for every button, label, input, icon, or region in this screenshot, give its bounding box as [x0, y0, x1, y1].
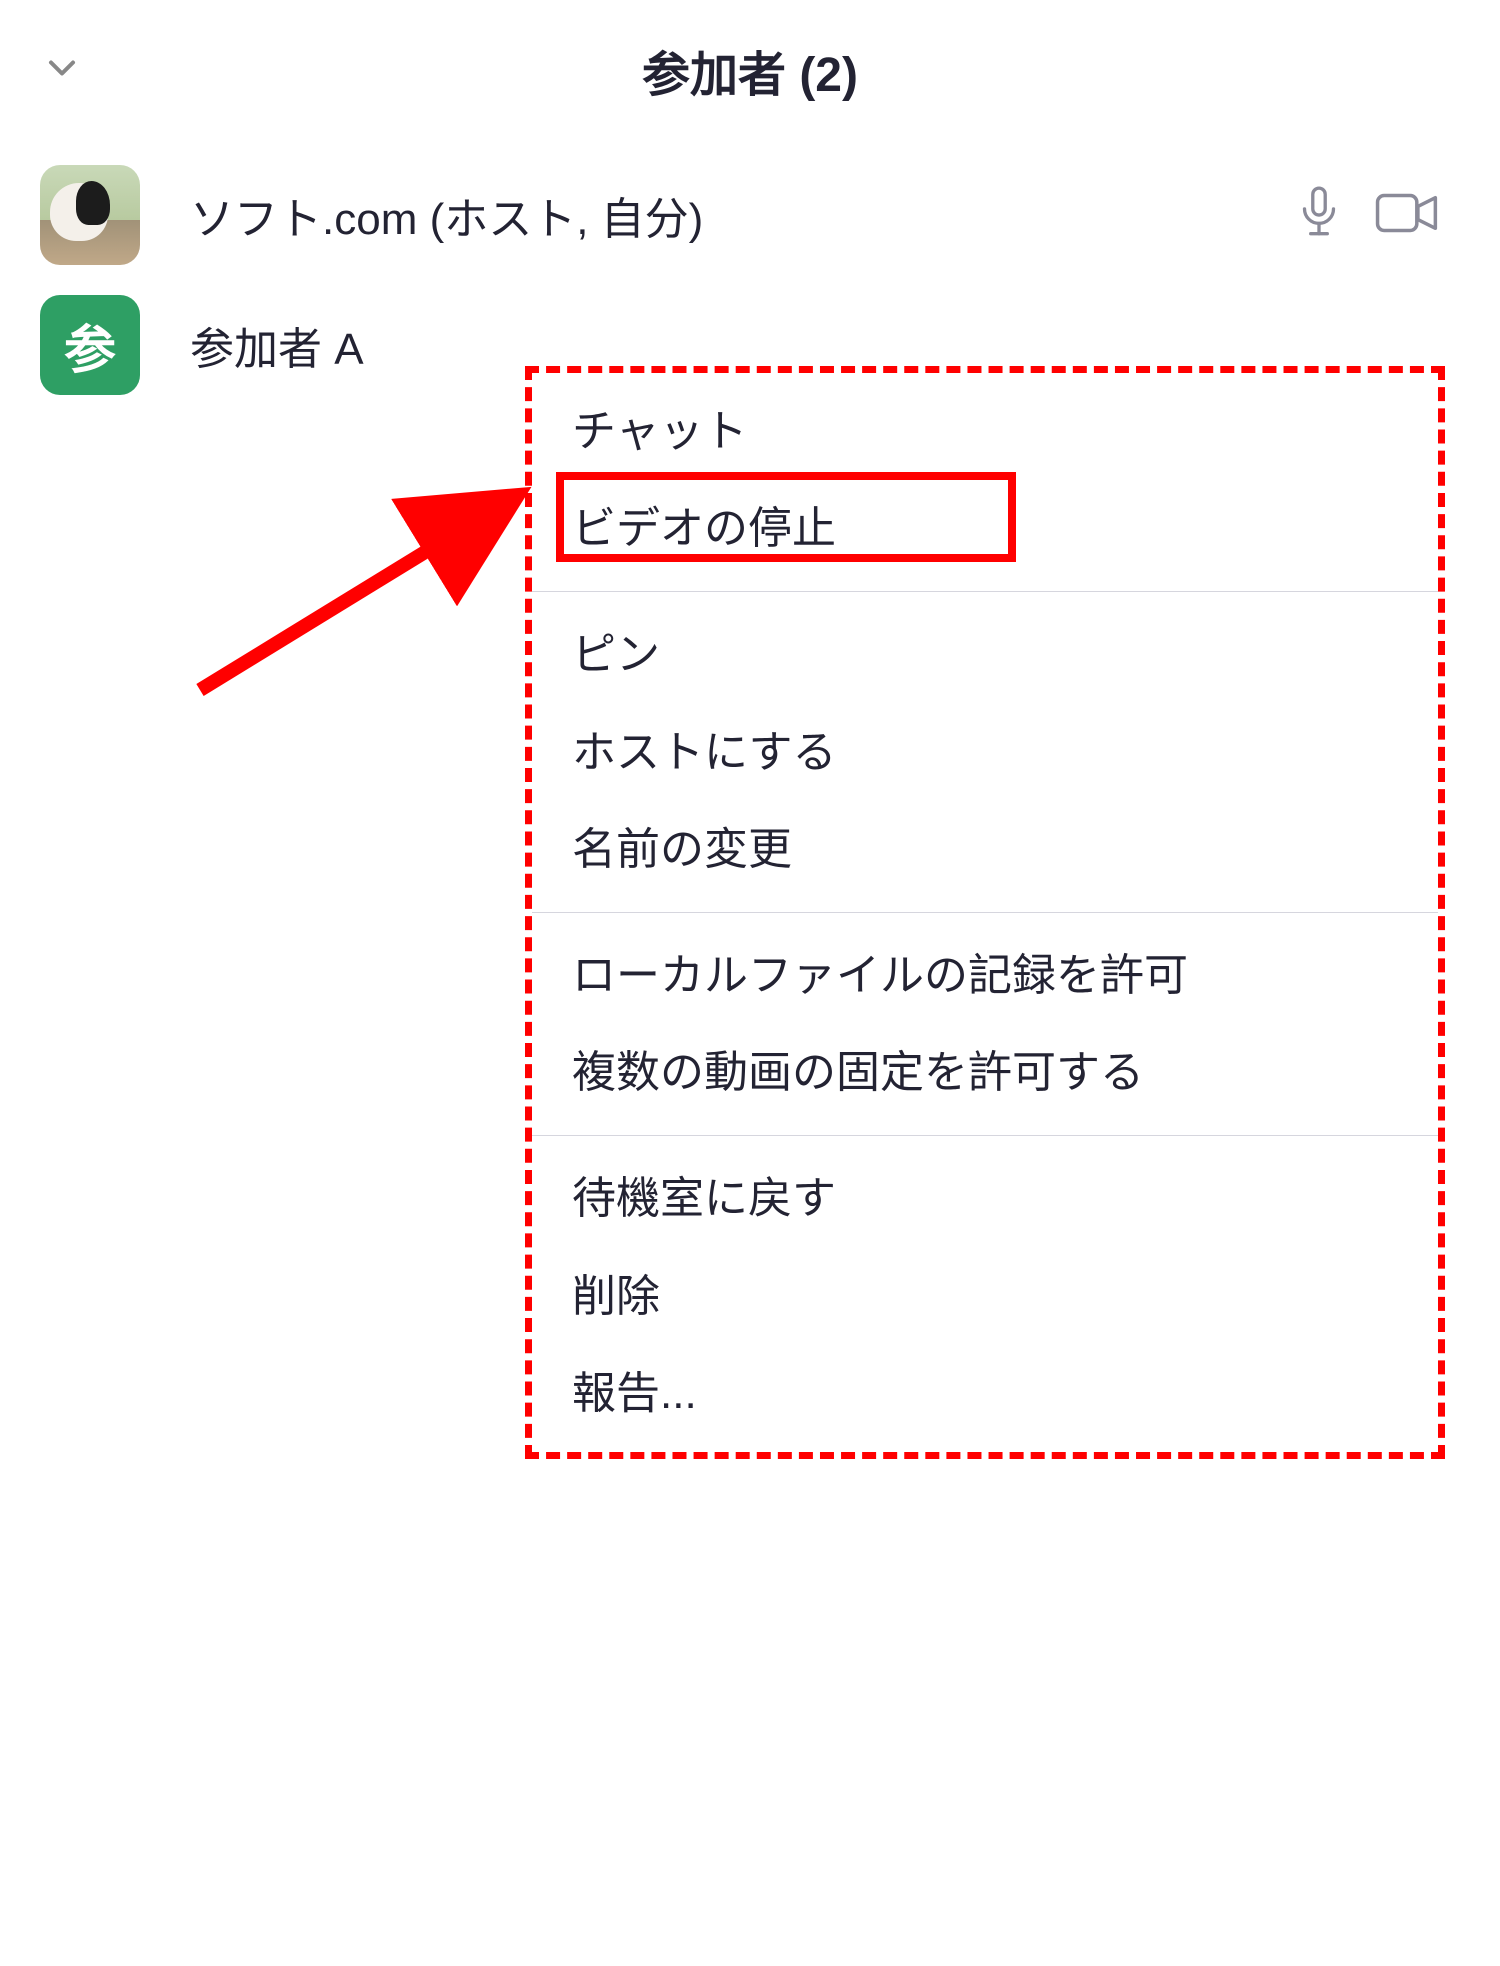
- menu-item-stop-video[interactable]: ビデオの停止: [532, 480, 1438, 577]
- menu-item-waiting-room[interactable]: 待機室に戻す: [532, 1150, 1438, 1247]
- menu-separator: [532, 1135, 1438, 1136]
- participant-row[interactable]: ソフト.com (ホスト, 自分): [40, 150, 1460, 280]
- participant-context-menu: チャット ビデオの停止 ピン ホストにする 名前の変更 ローカルファイルの記録を…: [525, 366, 1445, 1459]
- menu-separator: [532, 591, 1438, 592]
- participant-name: 参加者 A: [190, 313, 364, 377]
- menu-item-rename[interactable]: 名前の変更: [532, 801, 1438, 898]
- video-icon[interactable]: [1374, 189, 1440, 242]
- avatar: [40, 165, 140, 265]
- annotation-arrow-icon: [160, 460, 540, 720]
- microphone-icon[interactable]: [1294, 184, 1344, 247]
- avatar-initial: 参: [64, 308, 116, 383]
- panel-header: 参加者 (2): [40, 30, 1460, 110]
- menu-item-remove[interactable]: 削除: [532, 1248, 1438, 1345]
- menu-item-pin[interactable]: ピン: [532, 606, 1438, 703]
- participant-name: ソフト.com (ホスト, 自分): [190, 183, 703, 247]
- menu-item-report[interactable]: 報告...: [532, 1345, 1438, 1442]
- menu-item-allow-record[interactable]: ローカルファイルの記録を許可: [532, 927, 1438, 1024]
- panel-title: 参加者 (2): [40, 35, 1460, 105]
- menu-item-allow-multipin[interactable]: 複数の動画の固定を許可する: [532, 1024, 1438, 1121]
- participant-status-icons: [1294, 184, 1440, 247]
- menu-item-make-host[interactable]: ホストにする: [532, 704, 1438, 801]
- menu-separator: [532, 912, 1438, 913]
- menu-item-chat[interactable]: チャット: [532, 383, 1438, 480]
- avatar: 参: [40, 295, 140, 395]
